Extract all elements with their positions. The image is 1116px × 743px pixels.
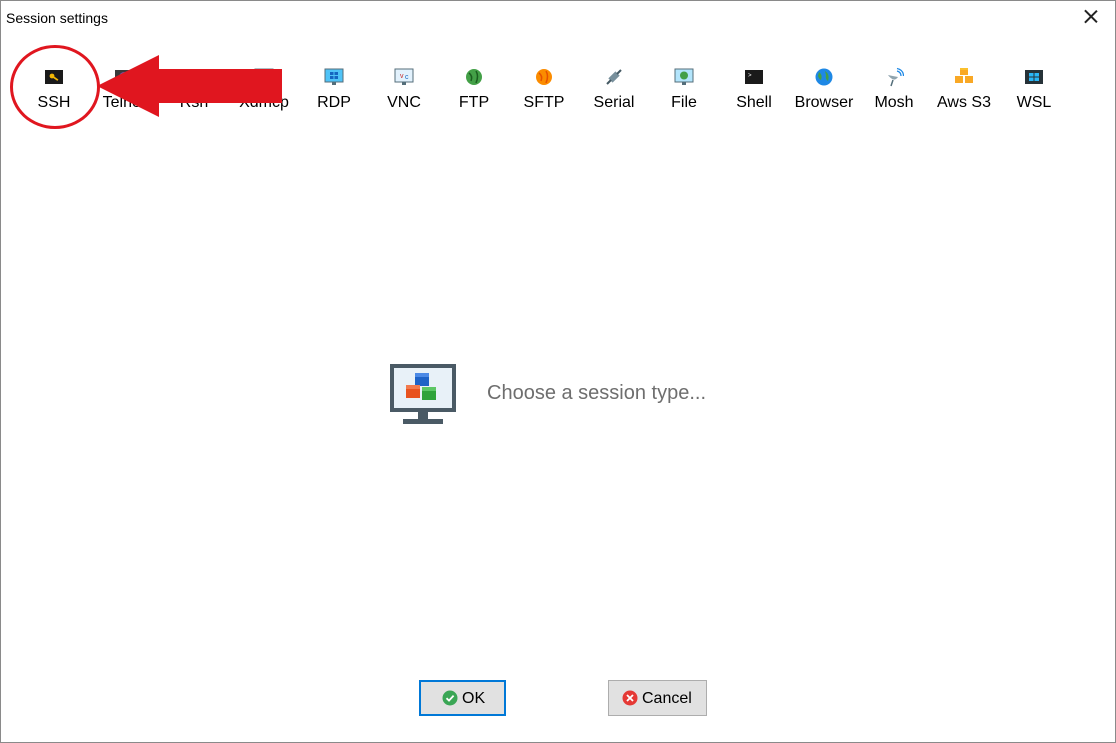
annotation-circle xyxy=(10,45,100,129)
ok-button-label: OK xyxy=(462,690,486,707)
wsl-windows-icon xyxy=(1025,70,1043,84)
aws-s3-cubes-icon xyxy=(955,68,973,83)
cancel-button[interactable]: Cancel xyxy=(608,680,707,716)
ftp-globe-icon xyxy=(466,69,482,85)
svg-text:v: v xyxy=(400,73,404,80)
session-cubes-monitor-icon xyxy=(390,364,456,424)
svg-text:>: > xyxy=(748,72,752,79)
browser-globe-icon xyxy=(815,68,833,86)
shell-terminal-icon: > xyxy=(745,70,763,84)
serial-plug-icon xyxy=(606,69,622,85)
dialog-title: Session settings xyxy=(6,10,108,26)
title-bar: Session settings xyxy=(1,1,1115,35)
close-icon[interactable] xyxy=(1081,7,1101,27)
session-type-wsl[interactable]: WSL xyxy=(999,65,1069,115)
cancel-button-label: Cancel xyxy=(642,690,692,707)
annotation-arrow-icon xyxy=(97,55,282,117)
mosh-satellite-icon xyxy=(888,67,904,87)
ok-button[interactable]: OK xyxy=(419,680,506,716)
svg-text:c: c xyxy=(405,74,409,81)
file-monitor-icon xyxy=(674,68,694,85)
check-circle-icon xyxy=(442,690,458,706)
empty-state: Choose a session type... xyxy=(389,363,809,425)
vnc-monitor-icon: v c xyxy=(394,68,414,85)
sftp-globe-icon xyxy=(536,69,552,85)
session-type-label: WSL xyxy=(1016,94,1052,111)
cancel-circle-icon xyxy=(622,690,638,706)
choose-session-message: Choose a session type... xyxy=(487,382,707,404)
session-settings-dialog: Session settings SSH Telnet Rsh xyxy=(0,0,1116,743)
rdp-windows-monitor-icon xyxy=(324,68,344,85)
